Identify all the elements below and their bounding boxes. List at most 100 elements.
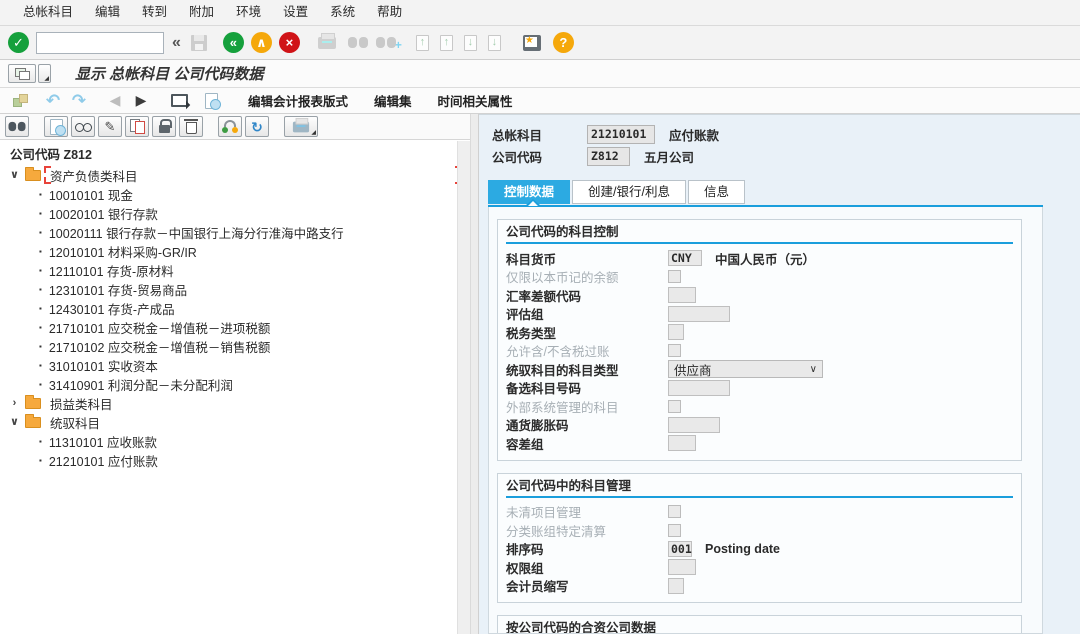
menu-item[interactable]: 系统	[319, 0, 366, 25]
tree-account-node[interactable]: ▪12310101 存货-贸易商品	[0, 280, 470, 299]
menu-item[interactable]: 设置	[272, 0, 319, 25]
menu-item[interactable]: 环境	[225, 0, 272, 25]
tree-account-node[interactable]: ▪10020111 银行存款－中国银行上海分行淮海中路支行	[0, 223, 470, 242]
document-globe-icon[interactable]	[200, 93, 222, 109]
bullet-icon: ▪	[39, 438, 42, 446]
input-field[interactable]	[668, 287, 696, 303]
form-row: 汇率差额代码	[506, 286, 1013, 305]
last-page-icon[interactable]: ↓	[488, 35, 501, 51]
application-toolbar: ↶ ↷ ◀ ▶ 编辑会计报表版式 编辑集 时间相关属性	[0, 88, 1080, 114]
document-glyph	[205, 93, 218, 109]
input-field[interactable]	[668, 417, 720, 433]
detail-tab[interactable]: 创建/银行/利息	[572, 180, 686, 204]
display-button[interactable]	[71, 116, 95, 137]
checkbox[interactable]	[668, 344, 681, 357]
tree-account-node[interactable]: ▪12110101 存货-原材料	[0, 261, 470, 280]
print-icon[interactable]	[318, 37, 336, 49]
checkbox[interactable]	[668, 524, 681, 537]
field-value-box[interactable]: Z812	[587, 147, 630, 166]
tree-account-node[interactable]: ▪21710102 应交税金－增值税－销售税额	[0, 337, 470, 356]
tree-account-node[interactable]: ▪11310101 应收账款	[0, 432, 470, 451]
enter-button[interactable]: ✓	[8, 32, 29, 53]
tree-node-label: 21210101 应付账款	[49, 451, 158, 470]
save-icon[interactable]	[191, 35, 207, 51]
tree-collapse-icon[interactable]: ∨	[8, 417, 21, 428]
find-icon[interactable]	[348, 36, 368, 49]
tree-account-node[interactable]: ▪12430101 存货-产成品	[0, 299, 470, 318]
input-field[interactable]: CNY	[668, 250, 702, 266]
create-button[interactable]	[44, 116, 68, 137]
menu-item[interactable]: 附加	[178, 0, 225, 25]
field-label: 权限组	[506, 558, 668, 577]
tree-folder-node[interactable]: ∨资产负债类科目	[0, 166, 470, 185]
detail-tab[interactable]: 信息	[688, 180, 745, 204]
tree-collapse-icon[interactable]: ∨	[8, 170, 21, 181]
undo-icon[interactable]: ↶	[42, 92, 64, 109]
panel-splitter[interactable]	[470, 114, 479, 634]
next-item-icon[interactable]: ▶	[130, 92, 152, 109]
form-row: 科目货币CNY中国人民币（元）	[506, 249, 1013, 268]
check-button[interactable]	[218, 116, 242, 137]
input-field[interactable]	[668, 306, 730, 322]
tree-account-node[interactable]: ▪21210101 应付账款	[0, 451, 470, 470]
tree-account-node[interactable]: ▪12010101 材料采购-GR/IR	[0, 242, 470, 261]
command-input[interactable]	[36, 32, 164, 54]
first-page-icon[interactable]: ↑	[416, 35, 429, 51]
input-field[interactable]: 001	[668, 541, 692, 557]
checkbox[interactable]	[668, 505, 681, 518]
input-field[interactable]	[668, 578, 684, 594]
previous-item-icon[interactable]: ◀	[104, 92, 126, 109]
screen-assign-icon[interactable]	[168, 94, 190, 107]
field-value-box[interactable]: 21210101	[587, 125, 655, 144]
services-for-object-button[interactable]	[8, 64, 36, 83]
dropdown-select[interactable]: 供应商∨	[668, 360, 823, 378]
redo-icon[interactable]: ↷	[68, 92, 90, 109]
edit-button[interactable]: ✎	[98, 116, 122, 137]
print-tree-button[interactable]: ◢	[284, 116, 318, 137]
tree-scrollbar[interactable]	[457, 141, 470, 634]
input-field[interactable]	[668, 435, 696, 451]
tree-folder-node[interactable]: ∨统驭科目	[0, 413, 470, 432]
delete-button[interactable]	[179, 116, 203, 137]
page-up-icon[interactable]: ↑	[440, 35, 453, 51]
triangle-left-glyph: ◀	[110, 92, 121, 109]
tree-expand-icon[interactable]: ›	[8, 398, 21, 409]
menu-item[interactable]: 编辑	[84, 0, 131, 25]
tree-node-label: 10020101 银行存款	[49, 204, 158, 223]
app-toolbar-button[interactable]: 编辑会计报表版式	[248, 91, 348, 110]
collapse-command-icon[interactable]: «	[172, 34, 181, 52]
hierarchy-icon[interactable]	[10, 94, 32, 108]
input-field[interactable]	[668, 324, 684, 340]
detail-header-row: 总帐科目21210101应付账款	[492, 123, 719, 145]
find-next-icon[interactable]: +	[376, 36, 396, 49]
cancel-button[interactable]: ×	[279, 32, 300, 53]
tree-account-node[interactable]: ▪10020101 银行存款	[0, 204, 470, 223]
tree-account-node[interactable]: ▪10010101 现金	[0, 185, 470, 204]
form-row: 权限组	[506, 558, 1013, 577]
copy-button[interactable]	[125, 116, 149, 137]
create-shortcut-icon[interactable]: ★	[523, 35, 541, 51]
menu-item[interactable]: 帮助	[366, 0, 413, 25]
checkbox[interactable]	[668, 270, 681, 283]
input-field[interactable]	[668, 380, 730, 396]
block-button[interactable]	[152, 116, 176, 137]
app-toolbar-button[interactable]: 编辑集	[374, 91, 412, 110]
tree-account-node[interactable]: ▪31410901 利润分配－未分配利润	[0, 375, 470, 394]
page-down-icon[interactable]: ↓	[464, 35, 477, 51]
back-button[interactable]: «	[223, 32, 244, 53]
exit-button[interactable]: ∧	[251, 32, 272, 53]
menu-item[interactable]: 转到	[131, 0, 178, 25]
arrow-up-glyph: ↑	[420, 37, 426, 48]
input-field[interactable]	[668, 559, 696, 575]
checkbox[interactable]	[668, 400, 681, 413]
help-button[interactable]: ?	[553, 32, 574, 53]
field-label: 分类账组特定清算	[506, 521, 668, 540]
tree-account-node[interactable]: ▪31010101 实收资本	[0, 356, 470, 375]
menu-item[interactable]: 总帐科目	[12, 0, 84, 25]
find-button[interactable]	[5, 116, 29, 137]
refresh-button[interactable]: ↻	[245, 116, 269, 137]
services-dropdown-button[interactable]: ◢	[38, 64, 51, 83]
tree-folder-node[interactable]: ›损益类科目	[0, 394, 470, 413]
app-toolbar-button[interactable]: 时间相关属性	[438, 91, 513, 110]
tree-account-node[interactable]: ▪21710101 应交税金－增值税－进项税额	[0, 318, 470, 337]
